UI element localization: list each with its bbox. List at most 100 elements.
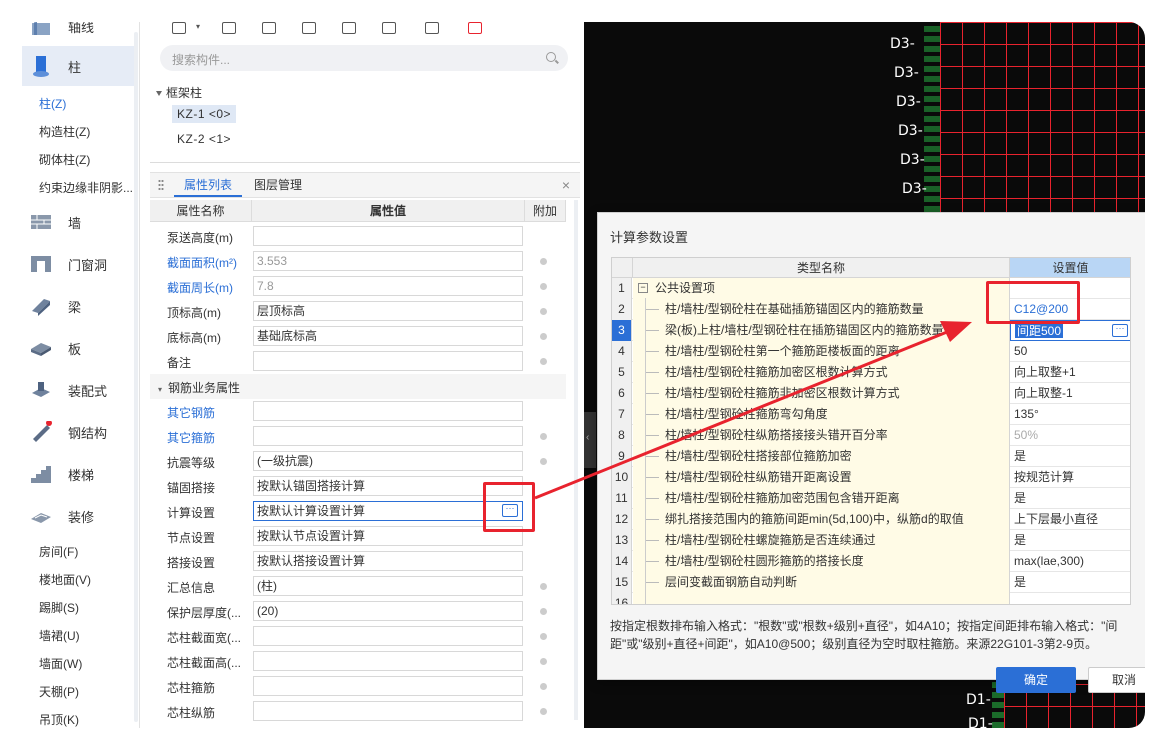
value-field[interactable]: [253, 226, 523, 246]
extra-checkbox[interactable]: [540, 258, 547, 265]
collapse-icon[interactable]: −: [638, 283, 648, 293]
component-nav: 轴线 柱 柱(Z) 构造柱(Z) 砌体柱(Z) 约束边缘非阴影... 墙 门窗洞…: [22, 22, 140, 728]
door-window-icon: [30, 253, 52, 275]
value-field[interactable]: 3.553: [253, 251, 523, 271]
nav-sub-dado[interactable]: 墙裙(U): [39, 627, 80, 644]
extra-checkbox[interactable]: [540, 583, 547, 590]
tab-layers[interactable]: 图层管理: [252, 173, 304, 197]
nav-sub-ceiling[interactable]: 天棚(P): [39, 683, 79, 700]
drag-handle-icon[interactable]: [158, 179, 164, 191]
table-row[interactable]: 6 柱/墙柱/型钢砼柱箍筋非加密区根数计算方式 向上取整-1: [612, 383, 1130, 404]
nav-sub-masonry-column[interactable]: 砌体柱(Z): [39, 151, 90, 168]
filter-icon[interactable]: [382, 22, 396, 34]
import-icon[interactable]: [468, 22, 482, 34]
value-field[interactable]: [253, 676, 523, 696]
value-field[interactable]: [253, 401, 523, 421]
more-options-button[interactable]: ···: [1112, 324, 1128, 337]
value-field[interactable]: 7.8: [253, 276, 523, 296]
extra-checkbox[interactable]: [540, 708, 547, 715]
table-row[interactable]: 15 层间变截面钢筋自动判断是: [612, 572, 1130, 593]
sort-icon[interactable]: [425, 22, 439, 34]
cancel-button[interactable]: 取消: [1088, 667, 1145, 693]
nav-category-steel[interactable]: 钢结构: [22, 412, 135, 452]
nav-scrollbar[interactable]: [134, 32, 138, 722]
extra-checkbox[interactable]: [540, 683, 547, 690]
dialog-title: 计算参数设置: [610, 230, 689, 245]
component-toolbar: ▾: [150, 22, 580, 44]
nav-sub-wall-surface[interactable]: 墙面(W): [39, 655, 82, 672]
nav-category-axis[interactable]: 轴线: [22, 22, 135, 46]
extra-checkbox[interactable]: [540, 658, 547, 665]
nav-sub-room[interactable]: 房间(F): [39, 543, 78, 560]
extra-checkbox[interactable]: [540, 633, 547, 640]
dropdown-icon[interactable]: ▾: [196, 22, 200, 31]
value-field[interactable]: (柱): [253, 576, 523, 596]
table-row[interactable]: 9 柱/墙柱/型钢砼柱搭接部位箍筋加密是: [612, 446, 1130, 467]
value-field[interactable]: [253, 701, 523, 721]
table-row[interactable]: 7 柱/墙柱/型钢砼柱箍筋弯勾角度 135°: [612, 404, 1130, 425]
extra-checkbox[interactable]: [540, 308, 547, 315]
delete-icon[interactable]: [262, 22, 276, 34]
highlight-box: [986, 281, 1080, 324]
collapse-icon[interactable]: [156, 91, 162, 97]
property-scrollbar[interactable]: [574, 200, 578, 720]
copy-icon[interactable]: [222, 22, 236, 34]
component-panel: ▾ 搜索构件... 框架柱 KZ-1 <0> KZ-2 <1> 属性列表 图层管…: [150, 22, 582, 728]
nav-sub-skirting[interactable]: 踢脚(S): [39, 599, 79, 616]
table-row[interactable]: 12 绑扎搭接范围内的箍筋间距min(5d,100)中，纵筋d的取值 上下层最小直径: [612, 509, 1130, 530]
extra-checkbox[interactable]: [540, 433, 547, 440]
nav-sub-boundary-column[interactable]: 约束边缘非阴影...: [39, 179, 133, 196]
nav-sub-column[interactable]: 柱(Z): [39, 95, 66, 112]
table-row: 搭接设置 按默认搭接设置计算: [150, 549, 566, 574]
nav-category-slab[interactable]: 板: [22, 328, 135, 368]
table-row[interactable]: 13 柱/墙柱/型钢砼柱螺旋箍筋是否连续通过是: [612, 530, 1130, 551]
nav-category-door-window[interactable]: 门窗洞: [22, 244, 135, 284]
nav-category-wall[interactable]: 墙: [22, 202, 135, 242]
nav-category-beam[interactable]: 梁: [22, 286, 135, 326]
table-row[interactable]: 11 柱/墙柱/型钢砼柱箍筋加密范围包含错开距离是: [612, 488, 1130, 509]
close-icon[interactable]: ×: [562, 177, 570, 193]
value-field[interactable]: [253, 651, 523, 671]
cad-label: D3-: [896, 94, 921, 110]
panel-collapse-handle[interactable]: ‹: [584, 412, 596, 468]
table-row[interactable]: 5 柱/墙柱/型钢砼柱箍筋加密区根数计算方式 向上取整+1: [612, 362, 1130, 383]
tree-group-frame-column[interactable]: 框架柱: [156, 84, 202, 101]
value-field[interactable]: [253, 426, 523, 446]
nav-category-stairs[interactable]: 楼梯: [22, 454, 135, 494]
value-field[interactable]: (一级抗震): [253, 451, 523, 471]
nav-category-prefab[interactable]: 装配式: [22, 370, 135, 410]
extra-checkbox[interactable]: [540, 333, 547, 340]
nav-sub-construct-column[interactable]: 构造柱(Z): [39, 123, 90, 140]
extra-checkbox[interactable]: [540, 458, 547, 465]
ok-button[interactable]: 确定: [996, 667, 1076, 693]
nav-category-decoration[interactable]: 装修: [22, 496, 135, 536]
nav-sub-floor[interactable]: 楼地面(V): [39, 571, 91, 588]
extra-checkbox[interactable]: [540, 608, 547, 615]
nav-category-column[interactable]: 柱: [22, 46, 135, 86]
value-field[interactable]: (20): [253, 601, 523, 621]
value-field[interactable]: 层顶标高: [253, 301, 523, 321]
value-field[interactable]: 按默认搭接设置计算: [253, 551, 523, 571]
lock-icon[interactable]: [342, 22, 356, 34]
tab-properties[interactable]: 属性列表: [174, 173, 243, 197]
new-icon[interactable]: [172, 22, 186, 34]
tree-item-kz1[interactable]: KZ-1 <0>: [172, 105, 237, 123]
search-icon[interactable]: [546, 52, 556, 62]
table-row[interactable]: 14 柱/墙柱/型钢砼柱圆形箍筋的搭接长度 max(lae,300): [612, 551, 1130, 572]
table-row[interactable]: 8 柱/墙柱/型钢砼柱纵筋搭接接头错开百分率 50%: [612, 425, 1130, 446]
extra-checkbox[interactable]: [540, 283, 547, 290]
component-search[interactable]: 搜索构件...: [160, 45, 568, 71]
table-row[interactable]: 10 柱/墙柱/型钢砼柱纵筋错开距离设置 按规范计算: [612, 467, 1130, 488]
value-field[interactable]: [253, 626, 523, 646]
nav-sub-suspended-ceiling[interactable]: 吊顶(K): [39, 711, 79, 728]
input-format-hint: 按指定根数排布输入格式："根数"或"根数+级别+直径"，如4A10；按指定间距排…: [610, 619, 1118, 651]
extra-checkbox[interactable]: [540, 358, 547, 365]
value-field[interactable]: 基础底标高: [253, 326, 523, 346]
section-row-rebar[interactable]: ▾ 钢筋业务属性: [150, 374, 566, 399]
table-row: 备注: [150, 349, 566, 374]
value-field[interactable]: [253, 351, 523, 371]
copy-layer-icon[interactable]: [302, 22, 316, 34]
tree-item-kz2[interactable]: KZ-2 <1>: [172, 130, 236, 148]
table-row: 顶标高(m) 层顶标高: [150, 299, 566, 324]
table-row[interactable]: 4 柱/墙柱/型钢砼柱第一个箍筋距楼板面的距离 50: [612, 341, 1130, 362]
